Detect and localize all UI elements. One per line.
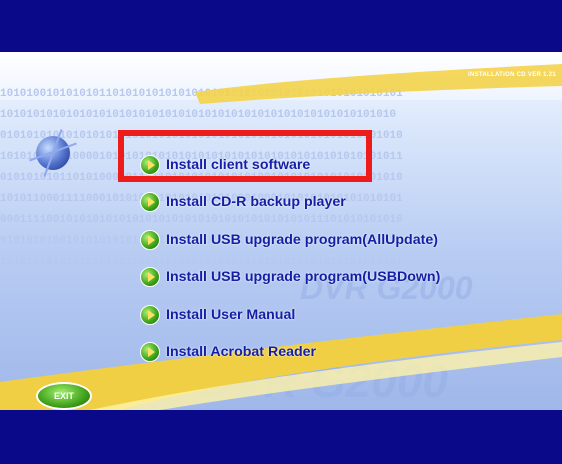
menu-item-label: Install User Manual	[166, 306, 296, 323]
exit-button-label: EXIT	[53, 391, 74, 401]
selection-highlight-box	[118, 130, 372, 182]
exit-button[interactable]: EXIT	[36, 382, 92, 410]
version-label: INSTALLATION CD VER 1.21	[468, 72, 556, 78]
play-arrow-icon	[140, 229, 160, 250]
play-arrow-icon	[140, 342, 160, 363]
menu-item-label: Install CD-R backup player	[166, 194, 346, 211]
installer-window: 1010100101010101101010101010101010101010…	[0, 0, 562, 464]
menu-item-label: Install Acrobat Reader	[166, 344, 317, 361]
menu-item-label: Install USB upgrade program(AllUpdate)	[166, 231, 438, 248]
globe-icon	[36, 136, 70, 170]
menu-item-user-manual[interactable]: Install User Manual	[140, 296, 440, 334]
play-arrow-icon	[140, 192, 160, 213]
menu-item-acrobat-reader[interactable]: Install Acrobat Reader	[140, 334, 440, 372]
play-arrow-icon	[140, 267, 160, 288]
menu-item-usb-usbdown[interactable]: Install USB upgrade program(USBDown)	[140, 259, 440, 297]
play-arrow-icon	[140, 304, 160, 325]
menu-item-label: Install USB upgrade program(USBDown)	[166, 269, 441, 286]
menu-item-usb-allupdate[interactable]: Install USB upgrade program(AllUpdate)	[140, 221, 440, 259]
bottom-banner	[0, 410, 562, 464]
menu-item-cdr-backup-player[interactable]: Install CD-R backup player	[140, 184, 440, 222]
top-banner	[0, 0, 562, 52]
